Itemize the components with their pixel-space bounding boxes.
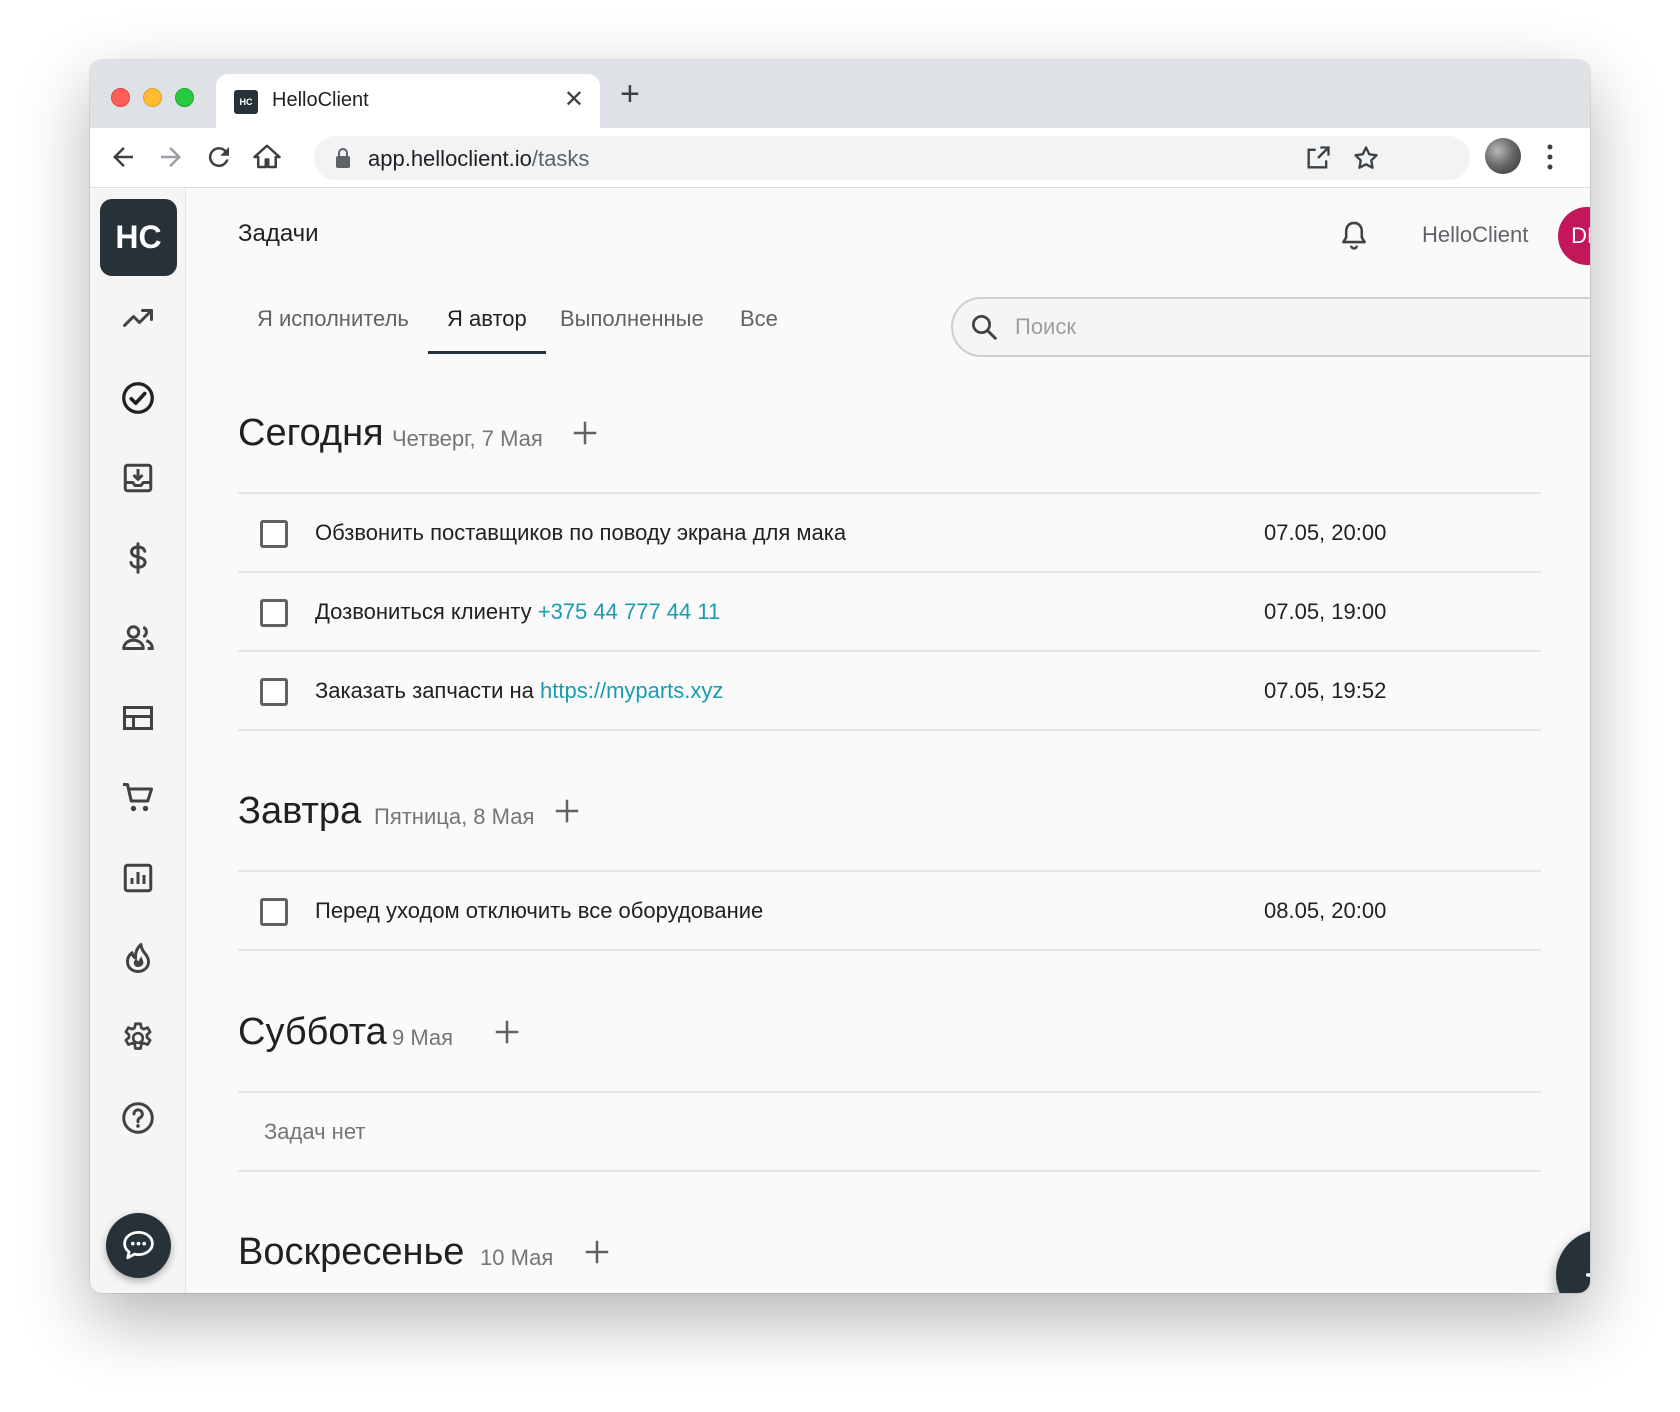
empty-text: Задач нет bbox=[264, 1119, 366, 1144]
task-label: Обзвонить поставщиков по поводу экрана д… bbox=[315, 520, 847, 545]
browser-window: HC HelloClient ✕ + app.helloclient.io/ta… bbox=[90, 60, 1590, 1293]
task-row[interactable]: Заказать запчасти на https://myparts.xyz… bbox=[238, 652, 1541, 731]
inbox-download-icon[interactable] bbox=[120, 460, 156, 496]
avatar[interactable]: DN bbox=[1558, 207, 1590, 265]
section-sunday: Воскресенье 10 Мая bbox=[238, 1231, 1541, 1291]
task-row[interactable]: Обзвонить поставщиков по поводу экрана д… bbox=[238, 494, 1541, 573]
menu-kebab-icon[interactable] bbox=[1545, 142, 1555, 172]
reload-icon[interactable] bbox=[204, 142, 234, 172]
account-name[interactable]: HelloClient bbox=[1422, 222, 1528, 248]
empty-state: Задач нет bbox=[238, 1093, 1541, 1172]
section-saturday: Суббота 9 Мая Задач нет bbox=[238, 1011, 1541, 1172]
section-date: Четверг, 7 Мая bbox=[392, 426, 543, 451]
add-task-icon[interactable] bbox=[582, 1237, 612, 1267]
plus-icon bbox=[1585, 1273, 1590, 1277]
check-circle-icon[interactable] bbox=[120, 380, 156, 416]
cart-icon[interactable] bbox=[120, 780, 156, 816]
browser-toolbar: app.helloclient.io/tasks bbox=[90, 128, 1590, 188]
add-task-fab[interactable] bbox=[1556, 1230, 1590, 1293]
gear-icon[interactable] bbox=[120, 1020, 156, 1056]
search-box bbox=[951, 297, 1590, 357]
tab-title: HelloClient bbox=[272, 89, 369, 111]
tab-close-icon[interactable]: ✕ bbox=[564, 86, 584, 114]
task-text: Дозвониться клиенту +375 44 777 44 11 bbox=[315, 599, 720, 625]
task-time: 07.05, 19:52 bbox=[1264, 678, 1387, 703]
task-text: Перед уходом отключить все оборудование bbox=[315, 898, 763, 924]
task-label: Заказать запчасти на bbox=[315, 678, 541, 703]
tab-strip: HC HelloClient ✕ + bbox=[90, 60, 1590, 128]
task-checkbox[interactable] bbox=[260, 599, 288, 627]
add-task-icon[interactable] bbox=[552, 796, 582, 826]
main-content: Задачи HelloClient DN Я исполнитель Я ав… bbox=[187, 189, 1590, 1293]
table-icon[interactable] bbox=[120, 700, 156, 736]
url-link[interactable]: https://myparts.xyz bbox=[540, 678, 723, 703]
lock-icon bbox=[336, 148, 350, 168]
task-time: 07.05, 19:00 bbox=[1264, 599, 1387, 624]
task-label: Дозвониться клиенту bbox=[315, 599, 538, 624]
forward-icon[interactable] bbox=[156, 142, 186, 172]
tab-author[interactable]: Я автор bbox=[428, 294, 546, 354]
page-title: Задачи bbox=[238, 220, 319, 247]
add-task-icon[interactable] bbox=[492, 1017, 522, 1047]
app-logo[interactable]: HC bbox=[100, 199, 177, 276]
close-window-button[interactable] bbox=[111, 88, 130, 107]
profile-avatar[interactable] bbox=[1485, 138, 1521, 174]
sidebar: HC bbox=[90, 189, 186, 1293]
url-host: app.helloclient.io bbox=[368, 146, 532, 171]
section-tomorrow: Завтра Пятница, 8 Мая Перед уходом отклю… bbox=[238, 790, 1541, 951]
people-icon[interactable] bbox=[120, 620, 156, 656]
bell-icon[interactable] bbox=[1337, 217, 1371, 253]
home-icon[interactable] bbox=[252, 142, 282, 172]
back-icon[interactable] bbox=[108, 142, 138, 172]
section-title: Сегодня bbox=[238, 412, 384, 454]
section-date: Пятница, 8 Мая bbox=[374, 804, 535, 829]
task-label: Перед уходом отключить все оборудование bbox=[315, 898, 764, 923]
task-checkbox[interactable] bbox=[260, 520, 288, 548]
browser-tab[interactable]: HC HelloClient ✕ bbox=[216, 74, 600, 128]
favicon-icon: HC bbox=[234, 90, 258, 114]
star-icon[interactable] bbox=[1352, 144, 1380, 172]
task-list: Задач нет bbox=[238, 1091, 1541, 1172]
task-time: 08.05, 20:00 bbox=[1264, 898, 1387, 923]
url-path: /tasks bbox=[531, 146, 590, 171]
task-row[interactable]: Дозвониться клиенту +375 44 777 44 11 07… bbox=[238, 573, 1541, 652]
trending-up-icon[interactable] bbox=[120, 300, 156, 336]
tab-completed[interactable]: Выполненные bbox=[541, 294, 723, 354]
task-row[interactable]: Перед уходом отключить все оборудование … bbox=[238, 872, 1541, 951]
url-text: app.helloclient.io/tasks bbox=[368, 146, 589, 172]
task-checkbox[interactable] bbox=[260, 678, 288, 706]
maximize-window-button[interactable] bbox=[175, 88, 194, 107]
tab-executor[interactable]: Я исполнитель bbox=[238, 294, 428, 354]
task-list: Перед уходом отключить все оборудование … bbox=[238, 870, 1541, 951]
address-bar[interactable]: app.helloclient.io/tasks bbox=[314, 136, 1470, 180]
add-task-icon[interactable] bbox=[570, 418, 600, 448]
section-today: Сегодня Четверг, 7 Мая Обзвонить поставщ… bbox=[238, 412, 1541, 731]
section-date: 10 Мая bbox=[480, 1245, 554, 1270]
task-text: Обзвонить поставщиков по поводу экрана д… bbox=[315, 520, 846, 546]
search-input[interactable] bbox=[1015, 309, 1575, 345]
minimize-window-button[interactable] bbox=[143, 88, 162, 107]
bar-chart-icon[interactable] bbox=[120, 860, 156, 896]
new-tab-icon[interactable]: + bbox=[620, 77, 640, 111]
dollar-icon[interactable] bbox=[120, 540, 156, 576]
fire-icon[interactable] bbox=[120, 940, 156, 976]
phone-link[interactable]: +375 44 777 44 11 bbox=[538, 599, 721, 624]
section-title: Суббота bbox=[238, 1011, 387, 1053]
help-circle-icon[interactable] bbox=[120, 1100, 156, 1136]
search-icon bbox=[972, 315, 997, 340]
open-external-icon[interactable] bbox=[1304, 144, 1332, 172]
section-title: Воскресенье bbox=[238, 1231, 465, 1273]
task-list: Обзвонить поставщиков по поводу экрана д… bbox=[238, 492, 1541, 731]
section-date: 9 Мая bbox=[392, 1025, 454, 1050]
task-checkbox[interactable] bbox=[260, 898, 288, 926]
section-title: Завтра bbox=[238, 790, 362, 832]
chat-button[interactable] bbox=[106, 1213, 171, 1278]
task-time: 07.05, 20:00 bbox=[1264, 520, 1387, 545]
task-text: Заказать запчасти на https://myparts.xyz bbox=[315, 678, 723, 704]
chat-bubble-icon bbox=[123, 1231, 154, 1260]
tab-all[interactable]: Все bbox=[721, 294, 797, 354]
